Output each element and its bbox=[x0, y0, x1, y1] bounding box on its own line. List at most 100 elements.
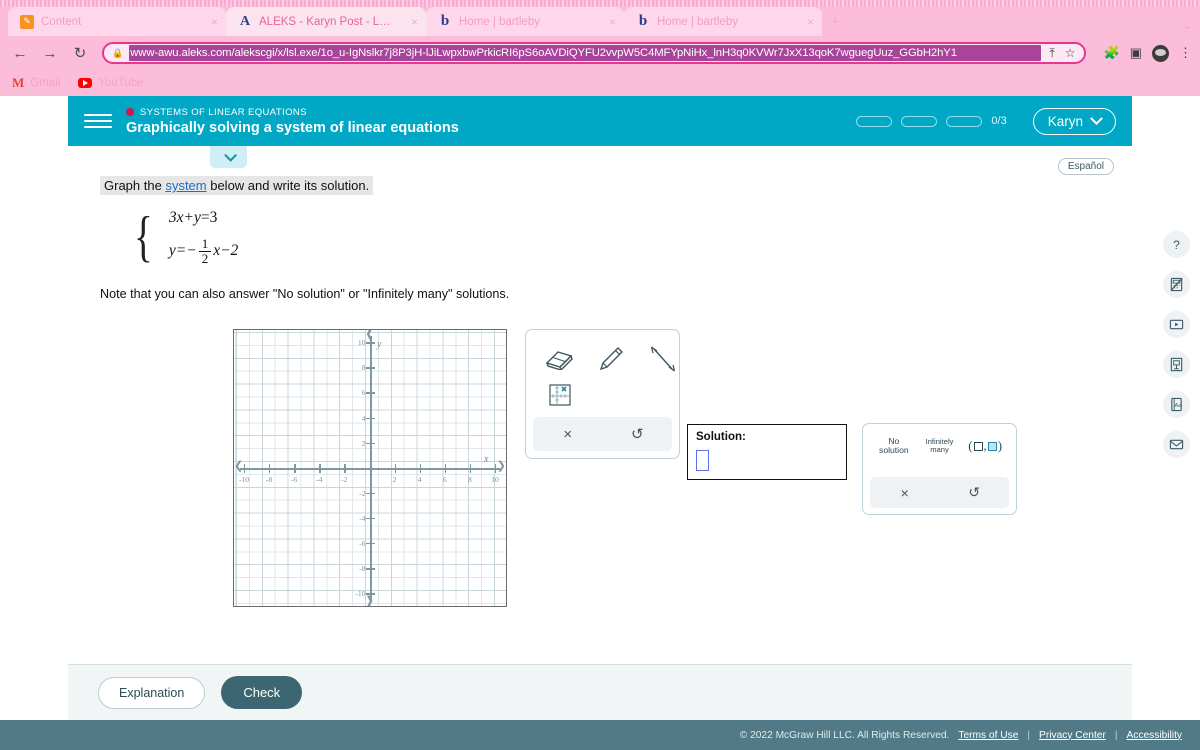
browser-tab-bartleby-1[interactable]: b Home | bartleby × bbox=[426, 7, 624, 36]
clear-answer-button[interactable]: × bbox=[870, 477, 940, 508]
url-text[interactable]: www-awu.aleks.com/alekscgi/x/lsl.exe/1o_… bbox=[129, 45, 1042, 61]
bookmark-gmail[interactable]: M Gmail bbox=[12, 75, 60, 91]
page-left-margin bbox=[0, 96, 68, 750]
solution-input[interactable] bbox=[696, 450, 709, 472]
y-axis-arrow-up: ❰ bbox=[365, 329, 375, 341]
hamburger-menu-icon[interactable] bbox=[84, 107, 112, 135]
fraction-denominator: 2 bbox=[198, 250, 212, 266]
gmail-icon: M bbox=[12, 75, 25, 90]
tab-close-icon[interactable]: × bbox=[797, 15, 814, 29]
coordinate-graph[interactable]: ❮ ❯ ❰ ❱ x y -10 -8 -6 -4 -2 2 4 6 8 10 10 8 6 4 2 -2 -4 -… bbox=[233, 329, 507, 608]
browser-tab-bartleby-2[interactable]: b Home | bartleby × bbox=[624, 7, 822, 36]
page-title: Graphically solving a system of linear e… bbox=[126, 119, 459, 136]
bookmark-star-icon[interactable]: ☆ bbox=[1063, 46, 1078, 60]
drawing-tool-palette: × ↺ bbox=[525, 329, 680, 460]
side-panel-icon[interactable]: ▣ bbox=[1130, 45, 1142, 61]
bookmarks-bar: M Gmail YouTube bbox=[0, 70, 1200, 96]
copyright-text: © 2022 McGraw Hill LLC. All Rights Reser… bbox=[739, 729, 950, 741]
progress-segment bbox=[856, 115, 893, 127]
check-button[interactable]: Check bbox=[221, 676, 303, 709]
profile-avatar-icon[interactable] bbox=[1152, 44, 1169, 62]
message-envelope-icon[interactable] bbox=[1163, 431, 1190, 458]
bookmark-youtube[interactable]: YouTube bbox=[78, 77, 144, 89]
browser-window: ✎ Content × A ALEKS - Karyn Post - Learn… bbox=[0, 0, 1200, 96]
forward-button[interactable]: → bbox=[38, 41, 62, 65]
x-axis-tick bbox=[344, 463, 346, 473]
lock-icon: 🔒 bbox=[112, 47, 124, 58]
letter-b-icon: b bbox=[440, 13, 450, 29]
reload-button[interactable]: ↻ bbox=[68, 41, 92, 65]
browser-toolbar: ← → ↻ 🔒 www-awu.aleks.com/alekscgi/x/lsl… bbox=[0, 36, 1200, 70]
x-axis-tick-label: -8 bbox=[265, 474, 273, 484]
equation-system: { 3x+y = 3 y=− 1 2 x−2 bbox=[130, 209, 1132, 265]
problem-note: Note that you can also answer "No soluti… bbox=[100, 287, 510, 302]
user-name: Karyn bbox=[1047, 113, 1083, 129]
back-button[interactable]: ← bbox=[8, 41, 32, 65]
x-axis-tick bbox=[269, 463, 271, 473]
tool-palette-footer: × ↺ bbox=[533, 417, 673, 452]
y-axis-tick bbox=[365, 593, 375, 595]
y-axis-tick bbox=[365, 342, 375, 344]
tab-close-icon[interactable]: × bbox=[599, 15, 616, 29]
x-axis-tick bbox=[469, 463, 472, 473]
y-axis-tick-label: 10 bbox=[357, 338, 366, 348]
solution-answer-box[interactable]: Solution: bbox=[687, 424, 847, 481]
chevron-down-icon bbox=[1090, 111, 1103, 125]
dictionary-icon[interactable]: Aa bbox=[1163, 391, 1190, 418]
user-menu-button[interactable]: Karyn bbox=[1032, 107, 1116, 135]
aleks-app: SYSTEMS OF LINEAR EQUATIONS Graphically … bbox=[68, 96, 1190, 750]
bookmark-label: Gmail bbox=[30, 77, 61, 89]
system-glossary-link[interactable]: system bbox=[165, 178, 206, 193]
no-solution-button[interactable]: No solution bbox=[871, 437, 917, 455]
browser-tab-content[interactable]: ✎ Content × bbox=[8, 7, 226, 36]
graph-point-tool-icon[interactable] bbox=[543, 380, 577, 410]
ordered-pair-slot-y bbox=[987, 441, 997, 451]
infinitely-many-button[interactable]: Infinitely many bbox=[917, 438, 963, 454]
accessibility-link[interactable]: Accessibility bbox=[1127, 730, 1182, 741]
tab-close-icon[interactable]: × bbox=[201, 15, 218, 29]
help-icon[interactable]: ? bbox=[1163, 231, 1190, 258]
y-axis-arrow-down: ❱ bbox=[365, 595, 375, 608]
y-axis-tick-label: -2 bbox=[359, 488, 366, 498]
y-axis-tick bbox=[365, 367, 375, 369]
progress-segment bbox=[946, 115, 983, 127]
problem-prompt: Graph the system below and write its sol… bbox=[100, 176, 374, 195]
reference-sheet-icon[interactable] bbox=[1163, 351, 1190, 378]
browser-menu-icon[interactable]: ⋮ bbox=[1179, 45, 1192, 61]
pencil-tool-icon[interactable] bbox=[595, 344, 627, 374]
address-bar[interactable]: 🔒 www-awu.aleks.com/alekscgi/x/lsl.exe/1… bbox=[102, 42, 1086, 64]
x-axis-tick-label: 8 bbox=[467, 474, 472, 484]
tab-title: Content bbox=[41, 15, 82, 28]
aleks-header: SYSTEMS OF LINEAR EQUATIONS Graphically … bbox=[68, 96, 1132, 146]
explanation-button[interactable]: Explanation bbox=[98, 676, 206, 709]
x-axis-tick bbox=[244, 463, 246, 473]
clear-drawing-button[interactable]: × bbox=[533, 417, 603, 451]
tab-close-icon[interactable]: × bbox=[401, 15, 418, 29]
share-icon[interactable]: ⤒ bbox=[1047, 46, 1056, 61]
prompt-text-before: Graph the bbox=[104, 178, 166, 193]
ordered-pair-button[interactable]: ( , ) bbox=[962, 439, 1008, 453]
undo-drawing-button[interactable]: ↺ bbox=[603, 417, 673, 451]
tab-search-button[interactable]: ⌄ bbox=[1183, 19, 1200, 36]
solution-label: Solution: bbox=[696, 431, 746, 444]
calculator-disabled-icon[interactable] bbox=[1163, 271, 1190, 298]
undo-answer-button[interactable]: ↺ bbox=[940, 477, 1010, 508]
x-axis-tick-label: -10 bbox=[238, 474, 250, 484]
y-axis-tick bbox=[365, 517, 375, 520]
terms-of-use-link[interactable]: Terms of Use bbox=[958, 730, 1018, 741]
y-axis-label: y bbox=[377, 339, 382, 351]
equals-sign: = bbox=[200, 209, 210, 226]
topic-kicker: SYSTEMS OF LINEAR EQUATIONS bbox=[126, 107, 459, 118]
bookmark-label: YouTube bbox=[98, 77, 144, 89]
new-tab-button[interactable]: + bbox=[822, 10, 848, 36]
browser-tab-aleks[interactable]: A ALEKS - Karyn Post - Learn × bbox=[226, 7, 426, 36]
svg-text:Aa: Aa bbox=[1174, 403, 1182, 409]
line-tool-icon[interactable] bbox=[647, 344, 679, 374]
letter-b-icon: b bbox=[638, 13, 648, 29]
video-player-icon[interactable] bbox=[1163, 311, 1190, 338]
eraser-tool-icon[interactable] bbox=[543, 344, 575, 374]
x-axis-tick-label: -2 bbox=[341, 474, 348, 484]
extensions-icon[interactable]: 🧩 bbox=[1104, 45, 1120, 61]
y-axis-tick bbox=[365, 442, 375, 445]
privacy-center-link[interactable]: Privacy Center bbox=[1039, 730, 1106, 741]
